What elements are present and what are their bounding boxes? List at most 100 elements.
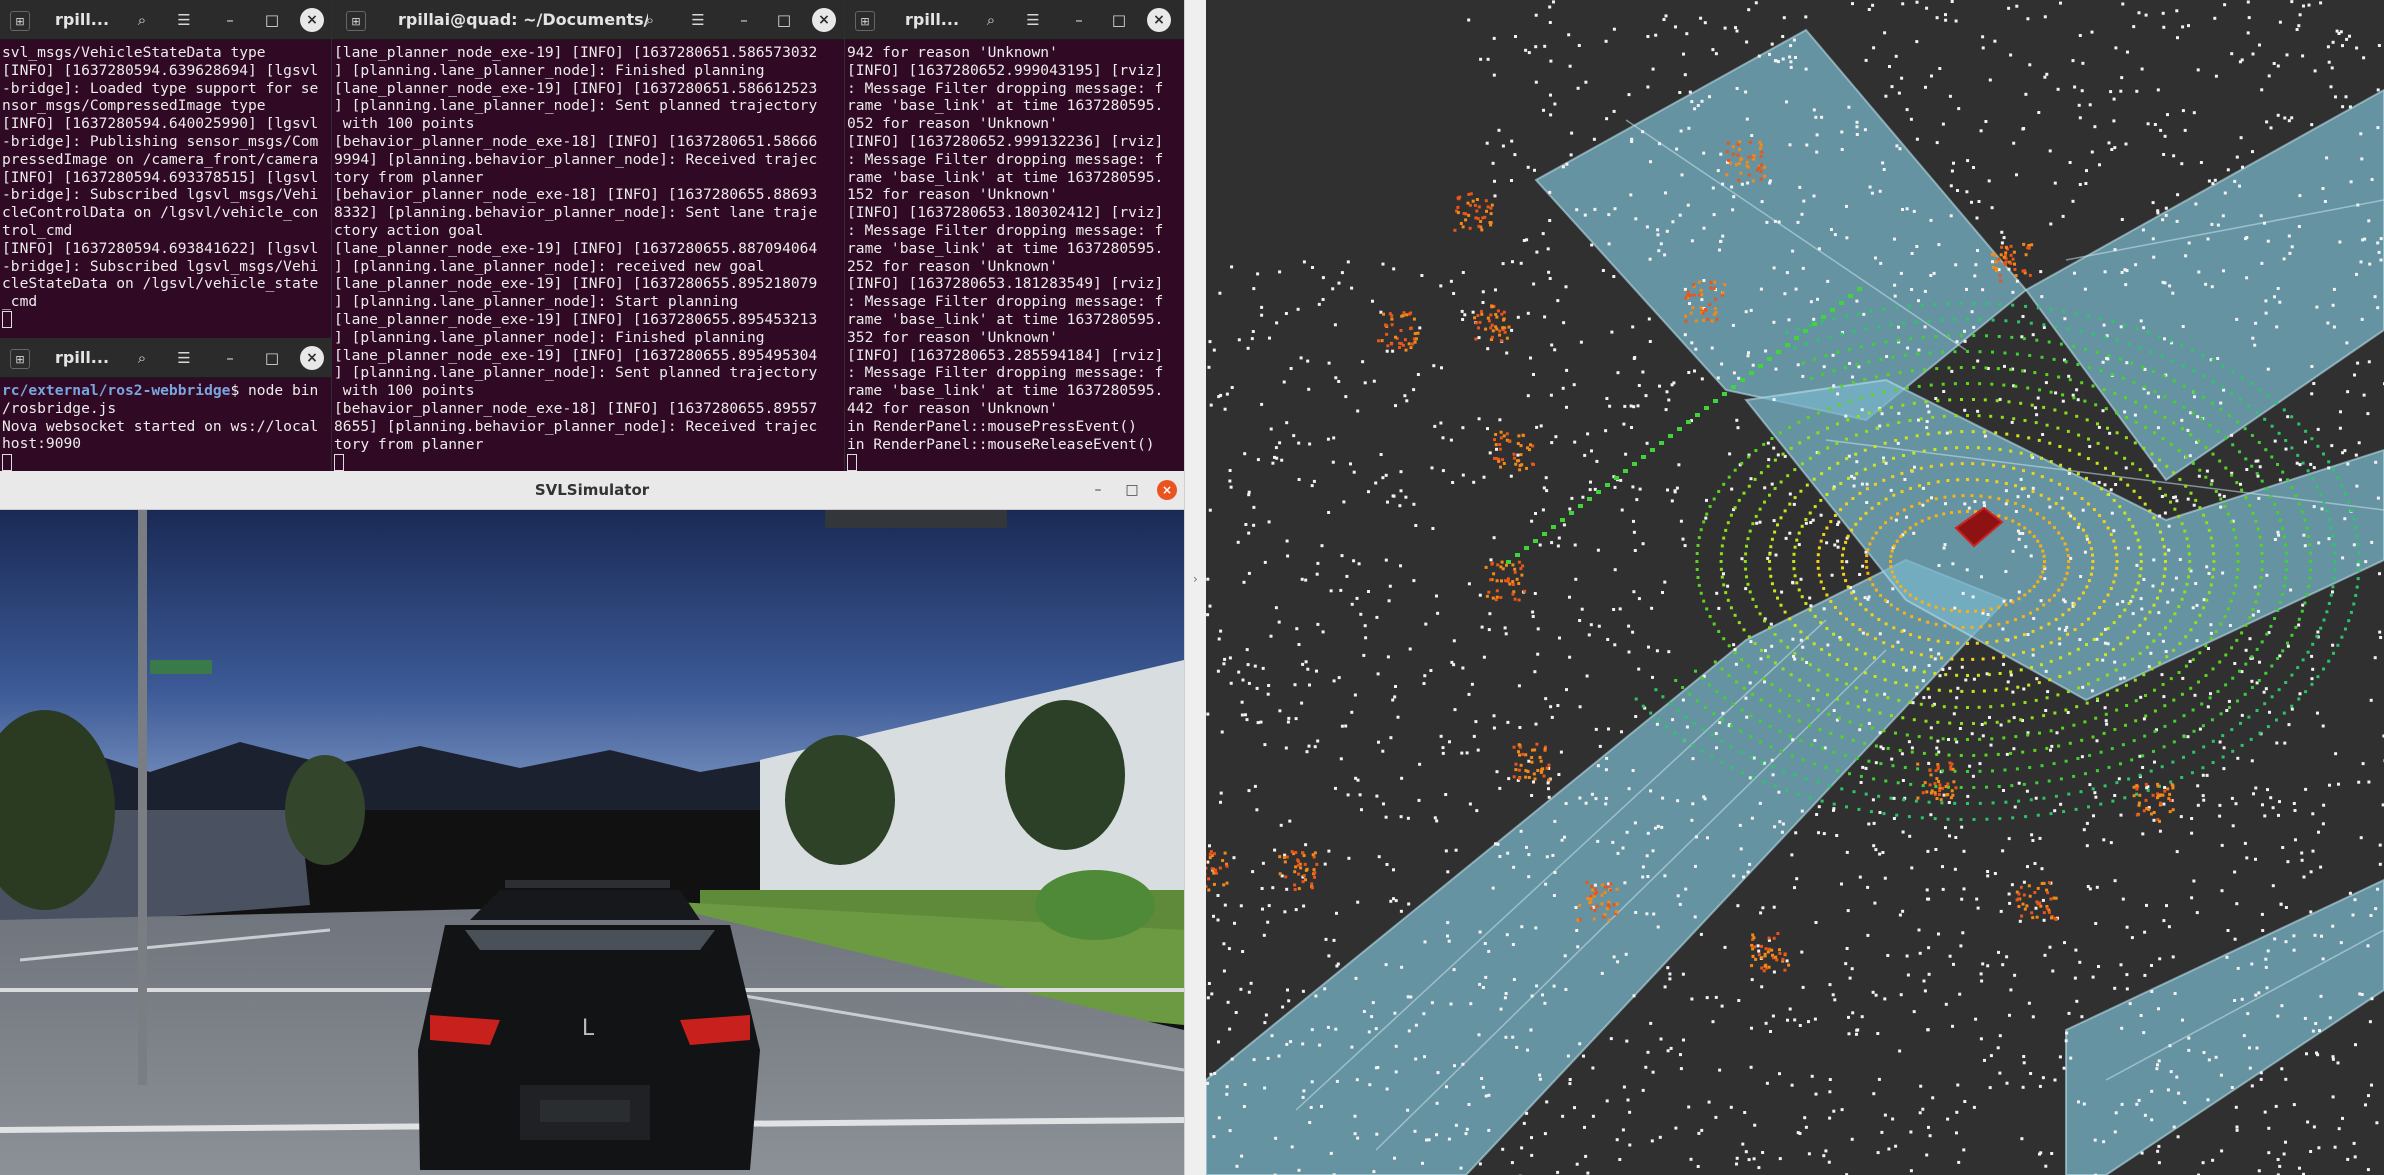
terminal-line: [INFO] [1637280594.639628694] [lgsvl — [2, 61, 319, 79]
terminal-line: ] [planning.lane_planner_node]: Start pl… — [334, 293, 739, 311]
maximize-icon[interactable]: □ — [260, 346, 284, 370]
terminal-window-planner[interactable]: ⊞ rpillai@quad: ~/Documents/... ⌕ ☰ – □ … — [332, 0, 844, 471]
close-icon[interactable]: × — [300, 346, 324, 370]
close-icon[interactable]: × — [1147, 8, 1171, 32]
terminal-line: [INFO] [1637280653.285594184] [rviz] — [847, 346, 1164, 364]
terminal-line: [INFO] [1637280594.640025990] [lgsvl — [2, 115, 319, 133]
terminal-cursor — [847, 453, 857, 471]
terminal-output[interactable]: svl_msgs/VehicleStateData type [INFO] [1… — [0, 40, 331, 338]
terminal-line: /rosbridge.js — [2, 399, 117, 417]
car-brand-mark: L — [582, 1016, 595, 1041]
splitter-grip-icon[interactable]: › — [1193, 572, 1198, 586]
terminal-output[interactable]: rc/external/ros2-webbridge$ node bin /ro… — [0, 378, 331, 471]
terminal-line: ctory action goal — [334, 221, 484, 239]
terminal-line: _cmd — [2, 293, 38, 311]
terminal-window-webbridge[interactable]: ⊞ rpill... ⌕ ☰ – □ × rc/external/ros2-we… — [0, 338, 331, 471]
hamburger-menu-icon[interactable]: ☰ — [686, 8, 710, 32]
minimize-icon[interactable]: – — [732, 8, 756, 32]
close-icon[interactable]: × — [812, 8, 836, 32]
pane-splitter[interactable]: › — [1184, 0, 1208, 1175]
terminal-line: 442 for reason 'Unknown' — [847, 399, 1058, 417]
terminal-line: 352 for reason 'Unknown' — [847, 328, 1058, 346]
terminal-line: rame 'base_link' at time 1637280595. — [847, 168, 1164, 186]
maximize-icon[interactable]: □ — [1107, 8, 1131, 32]
maximize-icon[interactable]: □ — [772, 8, 796, 32]
terminal-line: [INFO] [1637280594.693841622] [lgsvl — [2, 239, 319, 257]
search-icon[interactable]: ⌕ — [130, 8, 154, 32]
terminal-line: 942 for reason 'Unknown' — [847, 44, 1058, 61]
terminal-cursor — [2, 311, 12, 329]
traffic-sign — [825, 510, 1007, 528]
rviz-3d-view[interactable] — [1206, 0, 2384, 1175]
shrub — [1035, 870, 1155, 940]
terminal-line: cleStateData on /lgsvl/vehicle_state — [2, 275, 319, 293]
terminal-line: -bridge]: Subscribed lgsvl_msgs/Vehi — [2, 186, 319, 204]
terminal-line: [INFO] [1637280653.180302412] [rviz] — [847, 204, 1164, 222]
terminal-line: ] [planning.lane_planner_node]: Finished… — [334, 328, 765, 346]
minimize-icon[interactable]: – — [1088, 480, 1108, 500]
terminal-line: rame 'base_link' at time 1637280595. — [847, 97, 1164, 115]
terminal-line: 8332] [planning.behavior_planner_node]: … — [334, 204, 818, 222]
terminal-line: pressedImage on /camera_front/camera — [2, 150, 319, 168]
terminal-output[interactable]: 942 for reason 'Unknown' [INFO] [1637280… — [845, 40, 1184, 471]
pin-icon[interactable]: ⊞ — [346, 11, 366, 31]
terminal-line: Nova websocket started on ws://local — [2, 417, 319, 435]
terminal-line: -bridge]: Publishing sensor_msgs/Com — [2, 132, 319, 150]
terminal-line: [behavior_planner_node_exe-18] [INFO] [1… — [334, 186, 818, 204]
simulator-title: SVLSimulator — [534, 481, 650, 499]
terminal-line: [INFO] [1637280594.693378515] [lgsvl — [2, 168, 319, 186]
terminal-line: 152 for reason 'Unknown' — [847, 186, 1058, 204]
close-icon[interactable]: × — [1157, 480, 1177, 500]
terminal-line: with 100 points — [334, 382, 475, 400]
terminal-line: [INFO] [1637280652.999043195] [rviz] — [847, 61, 1164, 79]
terminal-line: [lane_planner_node_exe-19] [INFO] [16372… — [334, 346, 818, 364]
prompt-command: $ node bin — [230, 382, 319, 399]
simulator-window[interactable]: SVLSimulator – □ × L — [0, 471, 1184, 1175]
maximize-icon[interactable]: □ — [260, 8, 284, 32]
terminal-line: tory from planner — [334, 435, 484, 453]
terminal-titlebar[interactable]: ⊞ rpill... ⌕ ☰ – □ × — [0, 0, 331, 40]
terminal-line: tory from planner — [334, 168, 484, 186]
hamburger-menu-icon[interactable]: ☰ — [172, 346, 196, 370]
terminal-line: rame 'base_link' at time 1637280595. — [847, 382, 1164, 400]
terminal-line: trol_cmd — [2, 221, 73, 239]
pin-icon[interactable]: ⊞ — [855, 11, 875, 31]
terminal-line: 8655] [planning.behavior_planner_node]: … — [334, 417, 818, 435]
terminal-line: ] [planning.lane_planner_node]: Sent pla… — [334, 364, 818, 382]
search-icon[interactable]: ⌕ — [979, 8, 1003, 32]
terminal-line: host:9090 — [2, 435, 82, 453]
pin-icon[interactable]: ⊞ — [10, 11, 30, 31]
terminal-titlebar[interactable]: ⊞ rpillai@quad: ~/Documents/... ⌕ ☰ – □ … — [332, 0, 844, 40]
minimize-icon[interactable]: – — [1067, 8, 1091, 32]
terminal-line: -bridge]: Subscribed lgsvl_msgs/Vehi — [2, 257, 319, 275]
terminal-line: [lane_planner_node_exe-19] [INFO] [16372… — [334, 44, 818, 61]
street-light-pole — [138, 510, 147, 1085]
close-icon[interactable]: × — [300, 8, 324, 32]
terminal-line: ] [planning.lane_planner_node]: Sent pla… — [334, 97, 818, 115]
terminal-window-rviz[interactable]: ⊞ rpill... ⌕ ☰ – □ × 942 for reason 'Unk… — [845, 0, 1184, 471]
maximize-icon[interactable]: □ — [1122, 480, 1142, 500]
hamburger-menu-icon[interactable]: ☰ — [1021, 8, 1045, 32]
terminal-line: [INFO] [1637280652.999132236] [rviz] — [847, 132, 1164, 150]
tree — [1005, 700, 1125, 850]
terminal-line: 252 for reason 'Unknown' — [847, 257, 1058, 275]
simulator-camera-view[interactable]: L — [0, 510, 1184, 1175]
terminal-output[interactable]: [lane_planner_node_exe-19] [INFO] [16372… — [332, 40, 844, 471]
minimize-icon[interactable]: – — [218, 346, 242, 370]
terminal-line: [lane_planner_node_exe-19] [INFO] [16372… — [334, 275, 818, 293]
search-icon[interactable]: ⌕ — [638, 8, 662, 32]
terminal-window-bridge[interactable]: ⊞ rpill... ⌕ ☰ – □ × svl_msgs/VehicleSta… — [0, 0, 331, 338]
minimize-icon[interactable]: – — [218, 8, 242, 32]
terminal-titlebar[interactable]: ⊞ rpill... ⌕ ☰ – □ × — [0, 338, 331, 378]
terminal-line: 9994] [planning.behavior_planner_node]: … — [334, 150, 818, 168]
simulator-titlebar[interactable]: SVLSimulator – □ × — [0, 471, 1184, 510]
window-title: rpill... — [55, 10, 110, 29]
terminal-line: in RenderPanel::mouseReleaseEvent() — [847, 435, 1155, 453]
terminal-line: : Message Filter dropping message: f — [847, 79, 1164, 97]
pin-icon[interactable]: ⊞ — [10, 349, 30, 369]
terminal-titlebar[interactable]: ⊞ rpill... ⌕ ☰ – □ × — [845, 0, 1184, 40]
terminal-line: [behavior_planner_node_exe-18] [INFO] [1… — [334, 132, 818, 150]
search-icon[interactable]: ⌕ — [130, 346, 154, 370]
terminal-line: rame 'base_link' at time 1637280595. — [847, 310, 1164, 328]
hamburger-menu-icon[interactable]: ☰ — [172, 8, 196, 32]
